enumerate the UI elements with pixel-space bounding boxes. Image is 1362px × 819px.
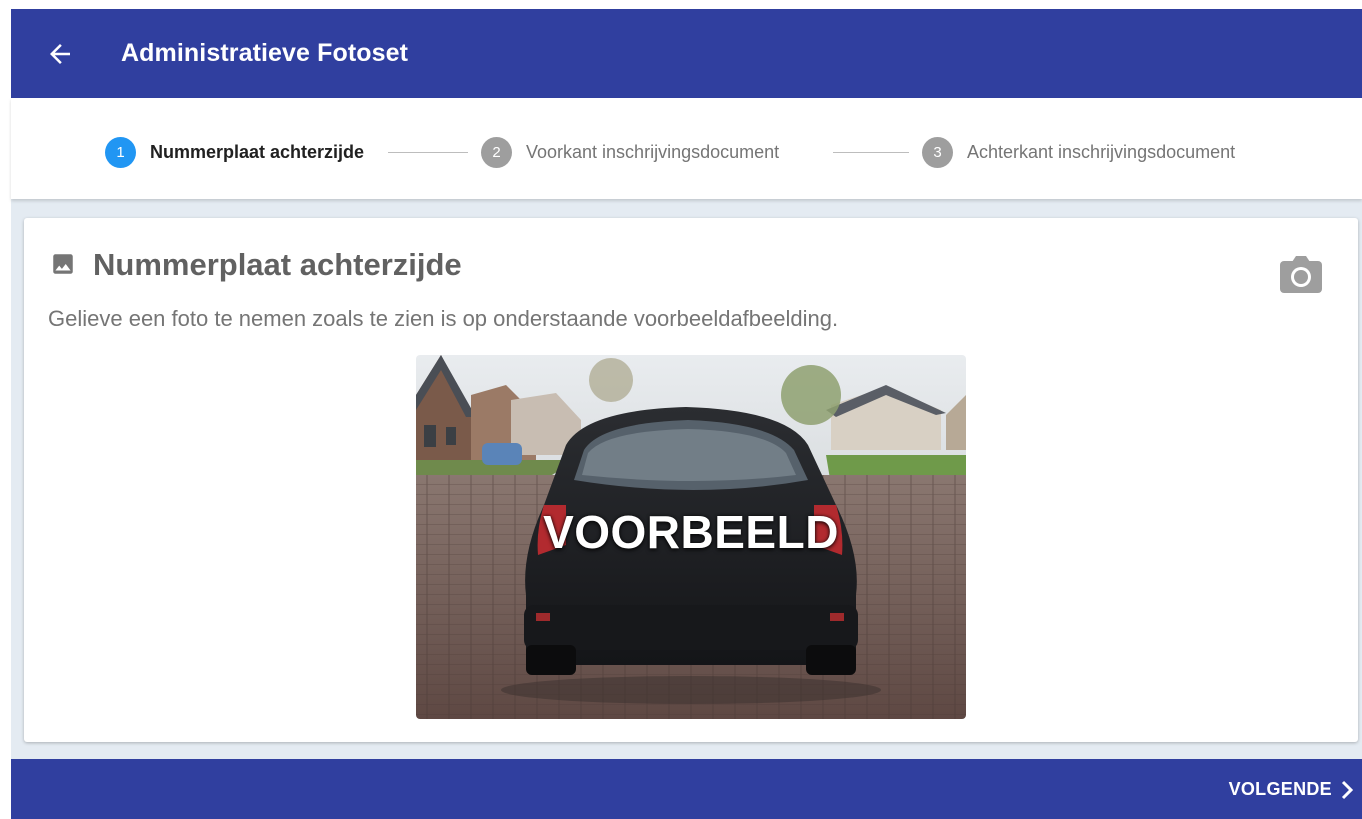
- stepper: 1 Nummerplaat achterzijde 2 Voorkant ins…: [11, 98, 1362, 199]
- step-2-label: Voorkant inschrijvingsdocument: [526, 141, 780, 162]
- step-3-number: 3: [922, 136, 953, 168]
- example-watermark: VOORBEELD: [543, 506, 839, 558]
- page-title: Administratieve Fotoset: [121, 39, 409, 67]
- step-1[interactable]: 1 Nummerplaat achterzijde: [105, 136, 364, 168]
- chevron-right-icon: [1340, 780, 1354, 800]
- next-button[interactable]: VOLGENDE: [1229, 779, 1354, 800]
- step-1-number: 1: [105, 136, 136, 168]
- photo-card: Nummerplaat achterzijde Gelieve een foto…: [24, 218, 1358, 742]
- step-1-label: Nummerplaat achterzijde: [150, 141, 365, 162]
- step-2-number: 2: [481, 136, 512, 168]
- step-connector-2: [833, 152, 909, 153]
- next-button-label: VOLGENDE: [1228, 779, 1332, 799]
- example-photo: VOORBEELD: [416, 355, 966, 719]
- back-arrow-icon[interactable]: [45, 39, 75, 69]
- step-connector-1: [388, 152, 468, 153]
- image-icon: [50, 251, 76, 277]
- app-bar: Administratieve Fotoset: [11, 9, 1362, 98]
- step-3-label: Achterkant inschrijvingsdocument: [967, 141, 1236, 162]
- step-2[interactable]: 2 Voorkant inschrijvingsdocument: [481, 136, 779, 168]
- app-root: Administratieve Fotoset 1 Nummerplaat ac…: [11, 9, 1362, 819]
- card-description: Gelieve een foto te nemen zoals te zien …: [48, 306, 839, 331]
- camera-icon[interactable]: [1278, 255, 1324, 295]
- card-title: Nummerplaat achterzijde: [93, 247, 462, 282]
- step-3[interactable]: 3 Achterkant inschrijvingsdocument: [922, 136, 1235, 168]
- bottom-bar: VOLGENDE: [11, 759, 1362, 819]
